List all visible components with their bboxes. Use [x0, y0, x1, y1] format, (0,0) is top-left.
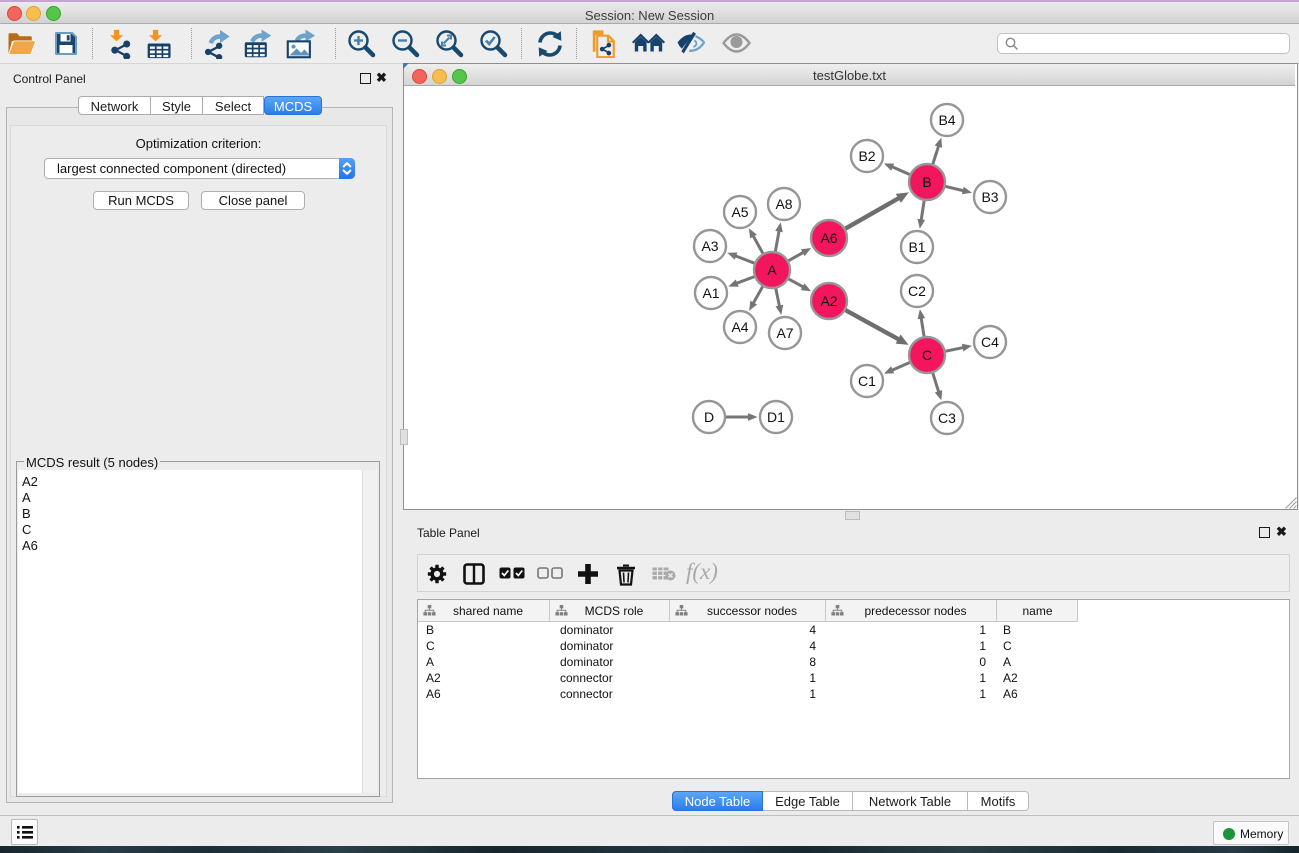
svg-text:B3: B3 [981, 189, 998, 205]
svg-text:A6: A6 [820, 230, 837, 246]
svg-text:B4: B4 [938, 112, 955, 128]
svg-text:D1: D1 [767, 409, 785, 425]
svg-text:A5: A5 [731, 204, 748, 220]
svg-text:A1: A1 [702, 285, 719, 301]
svg-text:C3: C3 [938, 410, 956, 426]
svg-text:A8: A8 [775, 196, 792, 212]
svg-text:A2: A2 [820, 293, 837, 309]
svg-text:C4: C4 [981, 334, 999, 350]
svg-text:A: A [767, 262, 777, 278]
svg-text:A4: A4 [731, 319, 748, 335]
svg-text:C1: C1 [858, 373, 876, 389]
svg-text:A7: A7 [776, 325, 793, 341]
svg-text:B2: B2 [858, 148, 875, 164]
svg-text:C: C [922, 347, 932, 363]
svg-text:B: B [922, 174, 931, 190]
svg-text:A3: A3 [701, 238, 718, 254]
svg-text:B1: B1 [908, 239, 925, 255]
svg-text:C2: C2 [908, 283, 926, 299]
svg-text:D: D [704, 409, 714, 425]
